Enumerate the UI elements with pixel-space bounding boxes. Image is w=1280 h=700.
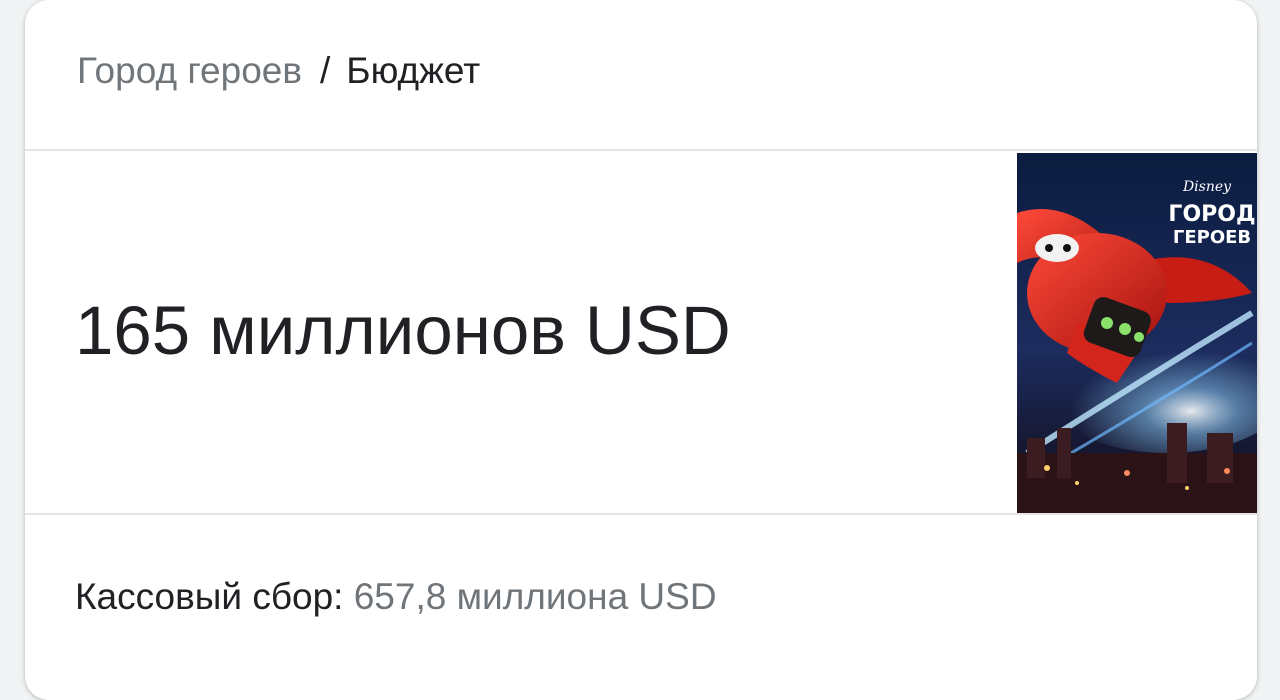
- movie-poster-image[interactable]: Disney ГОРОД ГЕРОЕВ: [1017, 153, 1257, 513]
- breadcrumb-separator: /: [320, 50, 331, 91]
- box-office-value: 657,8 миллиона USD: [353, 576, 717, 617]
- box-office-label: Кассовый сбор:: [75, 576, 344, 617]
- card-header: Город героев / Бюджет: [25, 0, 1257, 151]
- breadcrumb: Город героев / Бюджет: [77, 49, 480, 93]
- answer-section: 165 миллионов USD Disney ГОРОД ГЕРОЕВ: [25, 151, 1257, 515]
- knowledge-card: Город героев / Бюджет 165 миллионов USD: [25, 0, 1257, 700]
- budget-answer: 165 миллионов USD: [75, 292, 731, 369]
- poster-title-line1: ГОРОД: [1168, 202, 1255, 227]
- box-office-row: Кассовый сбор: 657,8 миллиона USD: [75, 575, 717, 619]
- details-section: Кассовый сбор: 657,8 миллиона USD: [25, 515, 1257, 698]
- breadcrumb-movie-link[interactable]: Город героев: [77, 50, 302, 91]
- poster-title-line2: ГЕРОЕВ: [1173, 227, 1251, 248]
- poster-brand: Disney: [1182, 179, 1232, 195]
- breadcrumb-current: Бюджет: [346, 50, 481, 91]
